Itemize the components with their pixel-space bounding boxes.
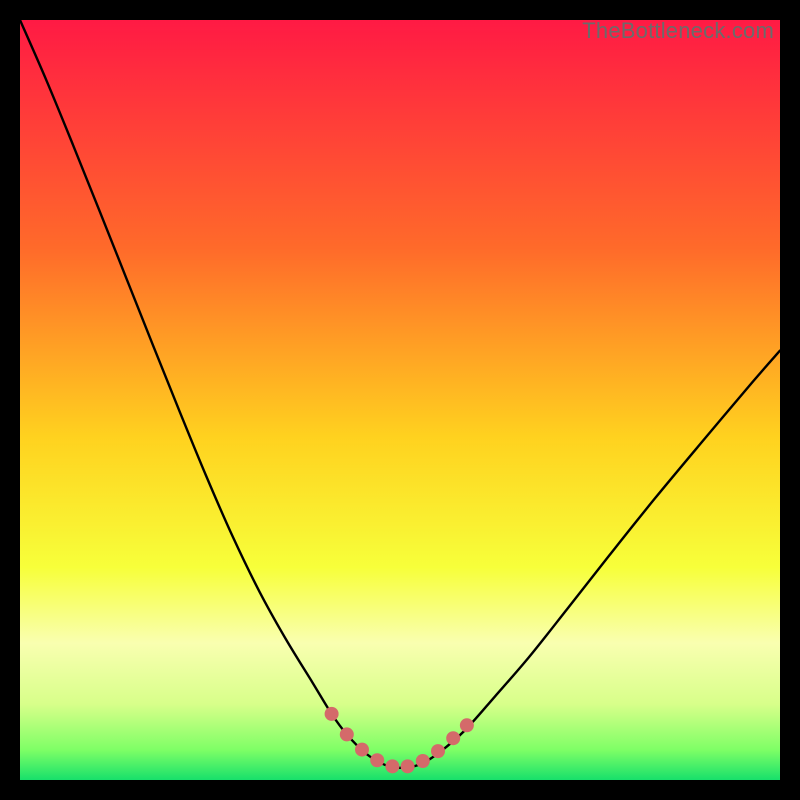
marker-dot	[401, 759, 415, 773]
chart-frame: TheBottleneck.com	[20, 20, 780, 780]
marker-dot	[416, 754, 430, 768]
marker-dot	[460, 718, 474, 732]
watermark-text: TheBottleneck.com	[582, 18, 774, 44]
marker-dot	[370, 753, 384, 767]
marker-dot	[431, 744, 445, 758]
marker-dot	[340, 727, 354, 741]
marker-dot	[446, 731, 460, 745]
bottleneck-chart	[20, 20, 780, 780]
marker-dot	[355, 743, 369, 757]
marker-dot	[385, 759, 399, 773]
marker-dot	[325, 707, 339, 721]
chart-background-gradient	[20, 20, 780, 780]
